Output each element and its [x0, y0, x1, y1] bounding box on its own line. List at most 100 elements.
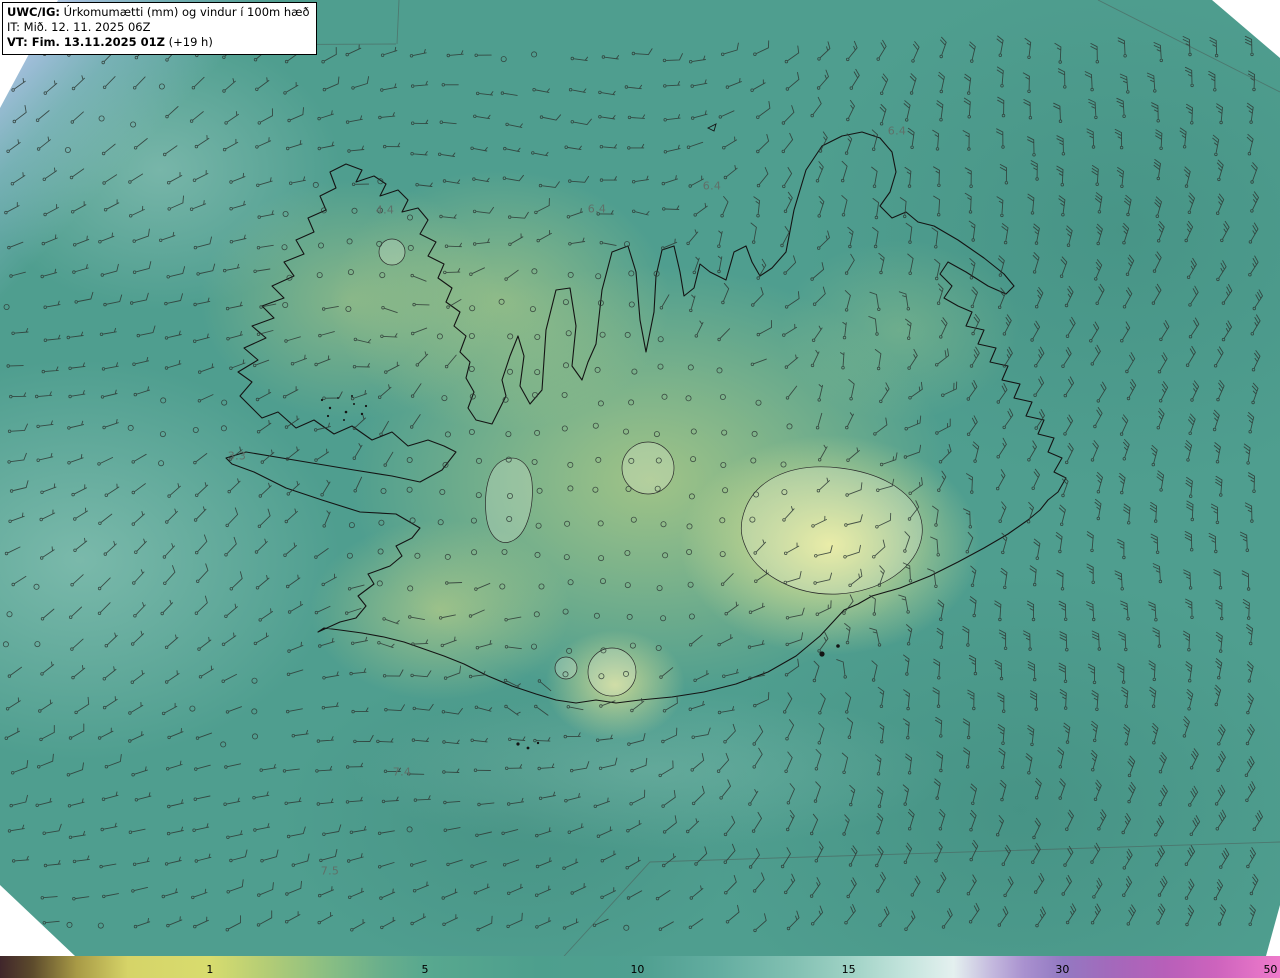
- wind-station-circle: [871, 678, 876, 682]
- wind-station-circle: [657, 336, 664, 343]
- wind-station-circle: [134, 550, 138, 554]
- wind-station-circle: [7, 674, 12, 678]
- wind-station-circle: [965, 550, 969, 554]
- wind-station-circle: [627, 146, 631, 150]
- wind-station-circle: [131, 490, 135, 495]
- wind-station-circle: [1032, 270, 1037, 274]
- wind-station-circle: [756, 115, 760, 119]
- wind-station-circle: [935, 363, 939, 367]
- wind-station-circle: [1188, 303, 1192, 307]
- wind-station-circle: [818, 458, 822, 462]
- wind-station-circle: [784, 673, 789, 677]
- wind-station-circle: [568, 179, 572, 183]
- wind-station-circle: [415, 182, 419, 187]
- wind-station-circle: [316, 802, 320, 806]
- wind-station-circle: [1065, 334, 1070, 338]
- wind-station-circle: [40, 556, 44, 560]
- wind-station-circle: [876, 831, 880, 835]
- wind-station-circle: [1065, 827, 1069, 831]
- wind-station-circle: [39, 517, 43, 522]
- wind-station-circle: [782, 184, 786, 189]
- wind-station-circle: [100, 395, 105, 399]
- wind-station-circle: [71, 86, 76, 91]
- wind-station-circle: [786, 827, 790, 832]
- wind-station-circle: [721, 300, 725, 305]
- wind-station-circle: [1120, 490, 1124, 495]
- wind-station-circle: [1035, 556, 1039, 560]
- wind-station-circle: [718, 115, 722, 119]
- wind-station-circle: [1218, 649, 1223, 653]
- wind-station-circle: [164, 680, 169, 684]
- wind-station-circle: [1120, 339, 1124, 343]
- wind-station-circle: [998, 273, 1003, 277]
- wind-station-circle: [349, 671, 353, 676]
- wind-station-circle: [750, 362, 755, 366]
- wind-station-circle: [158, 460, 165, 467]
- wind-station-circle: [446, 862, 450, 867]
- wind-station-circle: [685, 395, 692, 402]
- wind-station-circle: [40, 490, 44, 494]
- wind-station-circle: [599, 704, 603, 708]
- wind-station-circle: [1002, 425, 1006, 430]
- wind-station-circle: [285, 892, 289, 896]
- wind-station-circle: [321, 706, 326, 710]
- wind-station-circle: [1248, 922, 1252, 926]
- wind-station-circle: [1248, 430, 1252, 434]
- wind-station-circle: [129, 301, 134, 305]
- wind-station-circle: [563, 554, 570, 561]
- vestmannaeyjar-island: [526, 746, 530, 750]
- wind-station-circle: [1061, 892, 1065, 896]
- wind-station-circle: [1246, 616, 1251, 620]
- wind-station-circle: [534, 704, 538, 709]
- wind-station-circle: [1060, 587, 1065, 591]
- wind-station-circle: [625, 866, 629, 870]
- grimsey-island: [706, 123, 717, 132]
- wind-station-circle: [1126, 922, 1130, 926]
- wind-station-circle: [505, 122, 509, 127]
- wind-station-circle: [318, 644, 322, 648]
- wind-station-circle: [810, 113, 814, 118]
- wind-station-circle: [260, 859, 264, 863]
- wind-station-circle: [1122, 866, 1126, 870]
- wind-station-circle: [1066, 243, 1071, 247]
- wind-station-circle: [877, 307, 881, 311]
- wind-station-circle: [783, 710, 787, 714]
- wind-station-circle: [68, 835, 73, 839]
- wind-station-circle: [229, 206, 233, 211]
- wind-station-circle: [874, 215, 879, 220]
- wind-station-circle: [347, 859, 351, 863]
- wind-station-circle: [224, 121, 228, 125]
- wind-station-circle: [229, 587, 233, 591]
- wind-station-circle: [936, 553, 940, 557]
- wind-station-circle: [68, 394, 72, 399]
- wind-station-circle: [468, 365, 475, 372]
- wind-station-circle: [317, 242, 324, 249]
- wind-station-circle: [316, 739, 321, 743]
- wind-station-circle: [1126, 396, 1131, 401]
- wind-station-circle: [130, 121, 137, 128]
- wind-station-circle: [872, 184, 877, 188]
- wind-station-circle: [1188, 494, 1193, 498]
- wind-station-circle: [755, 399, 762, 406]
- wind-station-circle: [472, 209, 477, 214]
- wind-station-circle: [996, 400, 1000, 404]
- wind-station-circle: [879, 704, 884, 708]
- wind-station-circle: [441, 710, 446, 714]
- wind-station-circle: [36, 458, 40, 462]
- wind-station-circle: [35, 394, 39, 399]
- wind-station-circle: [345, 52, 349, 57]
- wind-station-circle: [658, 773, 662, 778]
- wind-station-circle: [164, 645, 169, 649]
- wind-station-circle: [659, 306, 664, 310]
- wind-station-circle: [1096, 241, 1100, 246]
- wind-station-circle: [907, 771, 912, 775]
- wind-station-circle: [756, 276, 760, 280]
- wind-station-circle: [846, 458, 850, 462]
- wind-station-circle: [1092, 680, 1097, 685]
- wind-station-circle: [378, 395, 382, 399]
- wind-station-circle: [725, 85, 730, 89]
- wind-station-circle: [7, 245, 11, 250]
- wind-station-circle: [906, 307, 910, 311]
- wind-station-circle: [1097, 647, 1101, 651]
- wind-station-circle: [811, 338, 816, 342]
